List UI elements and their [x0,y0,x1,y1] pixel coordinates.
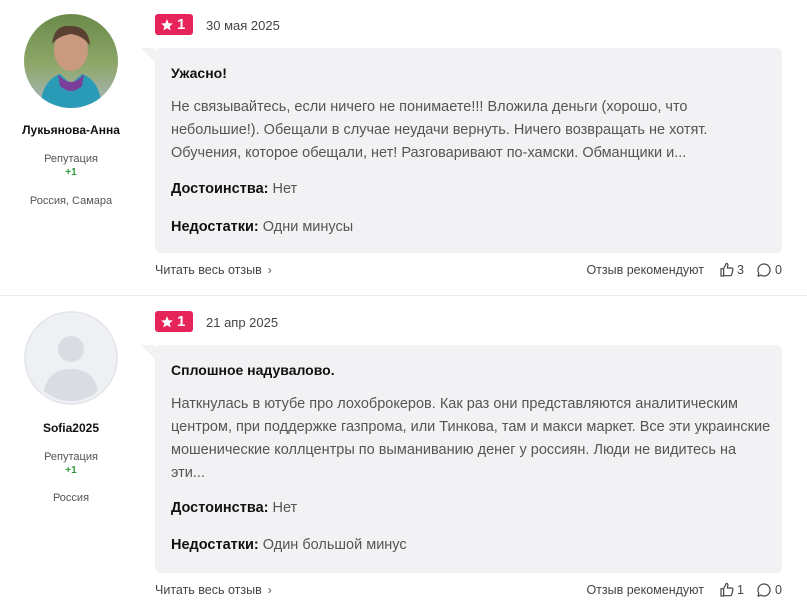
avatar-placeholder-icon [24,311,118,405]
chevron-right-icon: › [267,263,272,277]
avatar[interactable] [24,311,118,405]
reputation-value: +1 [65,167,77,178]
review-text: Наткнулась в ютубе про лохоброкеров. Как… [171,396,771,481]
reputation-label: Репутация [44,451,98,463]
thumbs-up-icon [720,582,734,597]
read-more-label: Читать весь отзыв [155,583,262,597]
review-title[interactable]: Ужасно! [171,65,227,81]
review-cons: Недостатки: Одни минусы [171,219,353,235]
author-name[interactable]: Sofia2025 [0,421,142,435]
review-body: Сплошное надувалово. Наткнулась в ютубе … [141,345,782,573]
recommend-label: Отзыв рекомендуют [586,583,704,597]
comment-count: 0 [775,263,782,277]
review-card: Лукьянова-Анна Репутация +1 Россия, Сама… [0,0,807,296]
recommend-label: Отзыв рекомендуют [586,263,704,277]
comments-button[interactable]: 0 [756,582,782,598]
rating-badge: 1 [155,311,193,332]
review-body: Ужасно! Не связывайтесь, если ничего не … [141,48,782,253]
chevron-right-icon: › [267,583,272,597]
review-footer: Читать весь отзыв › Отзыв рекомендуют 3 … [155,262,782,283]
review-title[interactable]: Сплошное надувалово. [171,362,335,378]
rating-value: 1 [177,313,186,330]
comment-count: 0 [775,583,782,597]
cons-value: Одни минусы [262,219,354,235]
read-more-label: Читать весь отзыв [155,263,262,277]
author-name[interactable]: Лукьянова-Анна [0,123,142,137]
comment-icon [757,583,771,597]
review-pros: Достоинства: Нет [171,181,297,197]
star-icon [161,18,173,30]
review-date: 21 апр 2025 [206,315,279,330]
pros-value: Нет [272,500,298,516]
cons-label: Недостатки: [171,537,259,553]
pros-label: Достоинства: [171,181,269,197]
like-count: 3 [737,263,744,277]
review-pros: Достоинства: Нет [171,500,297,516]
like-button[interactable]: 3 [719,262,744,278]
thumbs-up-icon [720,262,734,277]
author-location: Россия, Самара [29,195,113,207]
pros-value: Нет [272,181,298,197]
avatar-photo [24,14,118,108]
review-card: Sofia2025 Репутация +1 Россия 1 21 апр 2… [0,297,807,616]
like-count: 1 [737,583,744,597]
review-text: Не связывайтесь, если ничего не понимает… [171,99,708,161]
read-more-link[interactable]: Читать весь отзыв › [155,263,272,277]
cons-value: Один большой минус [262,537,407,553]
author-location: Россия [52,492,90,504]
review-footer: Читать весь отзыв › Отзыв рекомендуют 1 … [155,582,782,603]
comment-icon [757,263,771,277]
read-more-link[interactable]: Читать весь отзыв › [155,583,272,597]
like-button[interactable]: 1 [719,582,744,598]
star-icon [161,315,173,327]
cons-label: Недостатки: [171,219,259,235]
comments-button[interactable]: 0 [756,262,782,278]
review-cons: Недостатки: Один большой минус [171,537,407,553]
rating-badge: 1 [155,14,193,35]
avatar[interactable] [24,14,118,108]
pros-label: Достоинства: [171,500,269,516]
review-date: 30 мая 2025 [206,18,280,33]
reputation-label: Репутация [44,153,98,165]
rating-value: 1 [177,16,186,33]
reputation-value: +1 [65,465,77,476]
